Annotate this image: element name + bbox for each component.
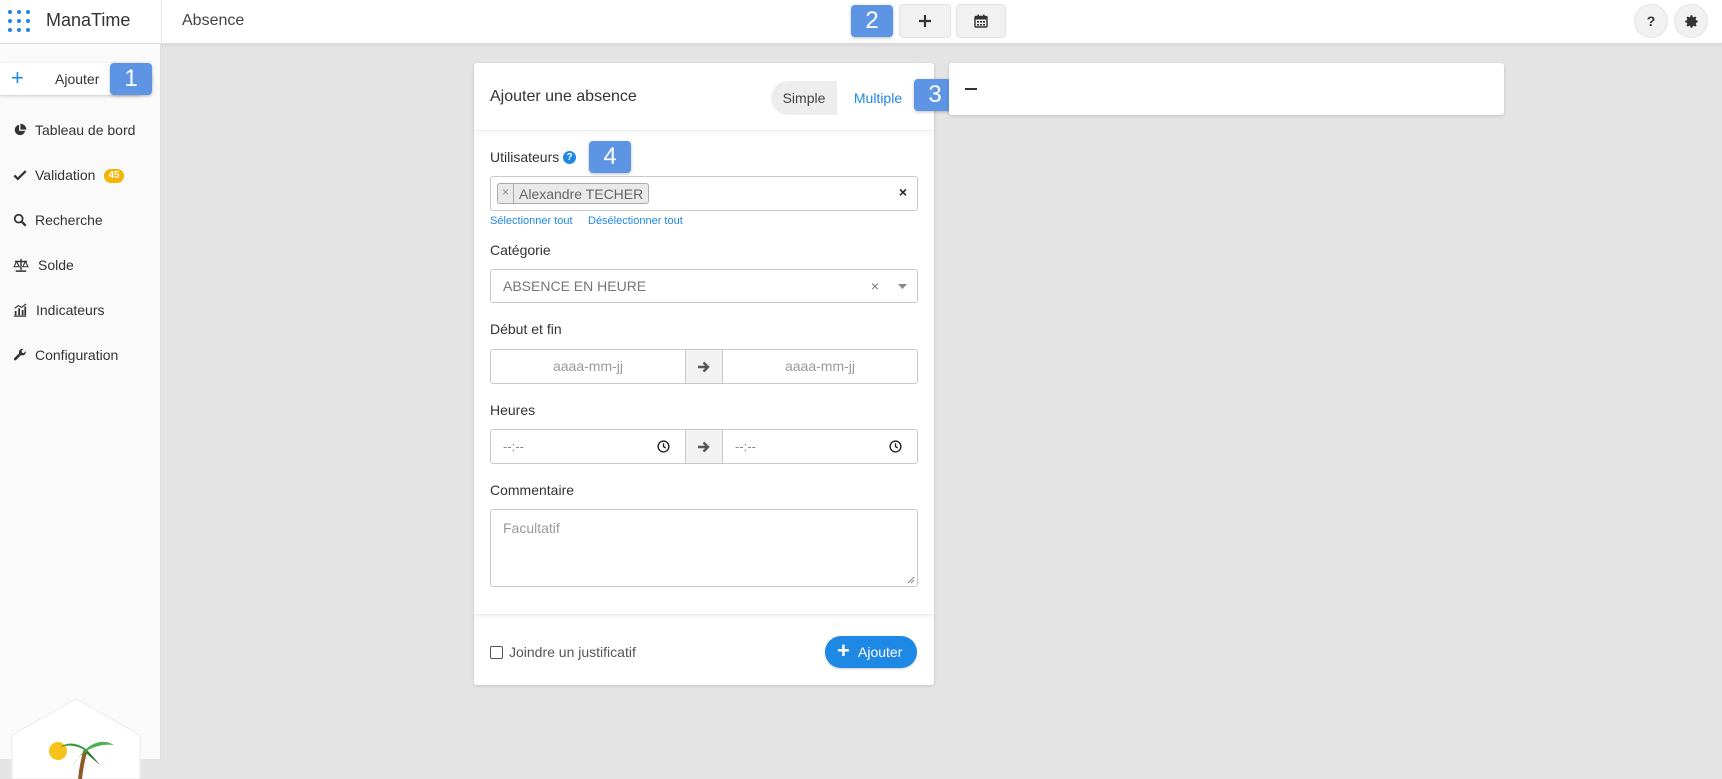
- range-arrow: [685, 350, 723, 383]
- help-icon: ?: [1646, 13, 1656, 29]
- annotation-badge-4: 4: [589, 141, 631, 173]
- sidebar-item-label: Tableau de bord: [35, 122, 136, 138]
- sidebar-item-indicators[interactable]: Indicateurs: [0, 295, 160, 325]
- calendar-button[interactable]: [956, 4, 1006, 38]
- users-select[interactable]: × Alexandre TECHER ×: [490, 176, 918, 211]
- help-button[interactable]: ?: [1634, 4, 1668, 38]
- pie-chart-icon: [14, 123, 27, 136]
- sidebar-add-label: Ajouter: [55, 71, 100, 87]
- sidebar-item-label: Indicateurs: [36, 302, 105, 318]
- add-button[interactable]: [899, 4, 951, 38]
- start-date-placeholder: aaaa-mm-jj: [552, 358, 623, 374]
- users-label: Utilisateurs: [490, 149, 560, 165]
- palm-tree-logo: [11, 699, 141, 779]
- sidebar-item-validation[interactable]: Validation 45: [0, 160, 160, 190]
- sidebar: + Ajouter 1 Tableau de bord Validation 4…: [0, 44, 161, 779]
- balance-scale-icon: [13, 258, 29, 272]
- end-date-placeholder: aaaa-mm-jj: [784, 358, 855, 374]
- start-time-input[interactable]: --:--: [491, 430, 685, 463]
- search-icon: [13, 213, 27, 227]
- card-header: Ajouter une absence Simple Multiple: [474, 63, 934, 131]
- range-arrow: [685, 430, 723, 463]
- calendar-icon: [974, 14, 988, 28]
- wrench-icon: [13, 348, 26, 361]
- submit-add-label: Ajouter: [858, 644, 903, 660]
- mode-simple-option[interactable]: Simple: [771, 81, 837, 115]
- clear-users-icon[interactable]: ×: [899, 184, 907, 200]
- collapse-icon[interactable]: [965, 88, 977, 90]
- footer-divider: [474, 614, 934, 620]
- sidebar-item-label: Recherche: [35, 212, 103, 228]
- chevron-down-icon: [898, 284, 907, 289]
- plus-icon: [919, 15, 931, 27]
- annotation-badge-1: 1: [110, 63, 152, 95]
- validation-count-badge: 45: [104, 169, 124, 183]
- user-chip: × Alexandre TECHER: [497, 183, 650, 204]
- clock-icon[interactable]: [889, 440, 902, 453]
- gear-icon: [1684, 14, 1698, 28]
- submit-add-button[interactable]: + Ajouter: [825, 636, 917, 668]
- start-date-input[interactable]: aaaa-mm-jj: [491, 350, 685, 383]
- comment-label: Commentaire: [490, 482, 575, 498]
- end-date-input[interactable]: aaaa-mm-jj: [723, 350, 917, 383]
- add-absence-card: Ajouter une absence Simple Multiple 3 Ut…: [474, 63, 956, 685]
- app-brand[interactable]: ManaTime: [46, 10, 130, 31]
- resize-handle-icon[interactable]: [906, 575, 915, 584]
- mode-multiple-option[interactable]: Multiple: [837, 81, 919, 115]
- sidebar-item-dashboard[interactable]: Tableau de bord: [0, 115, 160, 145]
- arrow-right-icon: [698, 361, 710, 372]
- category-label: Catégorie: [490, 242, 551, 258]
- time-range-group: --:-- --:--: [490, 429, 918, 464]
- clock-icon[interactable]: [657, 440, 670, 453]
- category-clear-icon[interactable]: ×: [871, 278, 879, 294]
- chip-remove-icon[interactable]: ×: [498, 183, 514, 204]
- help-circle-icon[interactable]: ?: [563, 151, 576, 164]
- sidebar-item-label: Solde: [38, 257, 74, 273]
- hours-label: Heures: [490, 402, 536, 418]
- top-bar: ManaTime Absence 2 ?: [0, 0, 1722, 44]
- annotation-badge-2: 2: [851, 5, 893, 37]
- attach-justification-label[interactable]: Joindre un justificatif: [509, 644, 636, 660]
- sidebar-item-configuration[interactable]: Configuration: [0, 340, 160, 370]
- sidebar-item-search[interactable]: Recherche: [0, 205, 160, 235]
- category-select[interactable]: ABSENCE EN HEURE ×: [490, 269, 918, 303]
- bar-chart-icon: [13, 303, 27, 317]
- plus-icon: +: [11, 65, 24, 90]
- card-title: Ajouter une absence: [490, 88, 637, 105]
- side-panel: [949, 63, 1504, 115]
- start-time-value: --:--: [503, 439, 524, 454]
- apps-grid-icon[interactable]: [6, 8, 32, 34]
- end-time-input[interactable]: --:--: [723, 430, 917, 463]
- user-chip-label: Alexandre TECHER: [519, 185, 644, 202]
- sidebar-item-balance[interactable]: Solde: [0, 250, 160, 280]
- settings-button[interactable]: [1674, 4, 1708, 38]
- date-range-group: aaaa-mm-jj aaaa-mm-jj: [490, 349, 918, 384]
- arrow-right-icon: [698, 441, 710, 452]
- deselect-all-link[interactable]: Désélectionner tout: [588, 215, 683, 227]
- check-icon: [13, 170, 27, 181]
- dates-label: Début et fin: [490, 321, 562, 337]
- comment-placeholder: Facultatif: [503, 520, 560, 536]
- category-value: ABSENCE EN HEURE: [503, 278, 647, 294]
- select-all-link[interactable]: Sélectionner tout: [490, 215, 573, 227]
- attach-justification-checkbox[interactable]: [490, 646, 503, 659]
- plus-icon: +: [837, 638, 850, 663]
- sidebar-item-label: Validation: [35, 167, 96, 183]
- sidebar-item-label: Configuration: [35, 347, 119, 363]
- divider: [161, 0, 162, 44]
- mode-toggle: Simple Multiple: [771, 81, 919, 115]
- comment-textarea[interactable]: Facultatif: [490, 509, 918, 587]
- page-title: Absence: [182, 12, 245, 29]
- end-time-value: --:--: [735, 439, 756, 454]
